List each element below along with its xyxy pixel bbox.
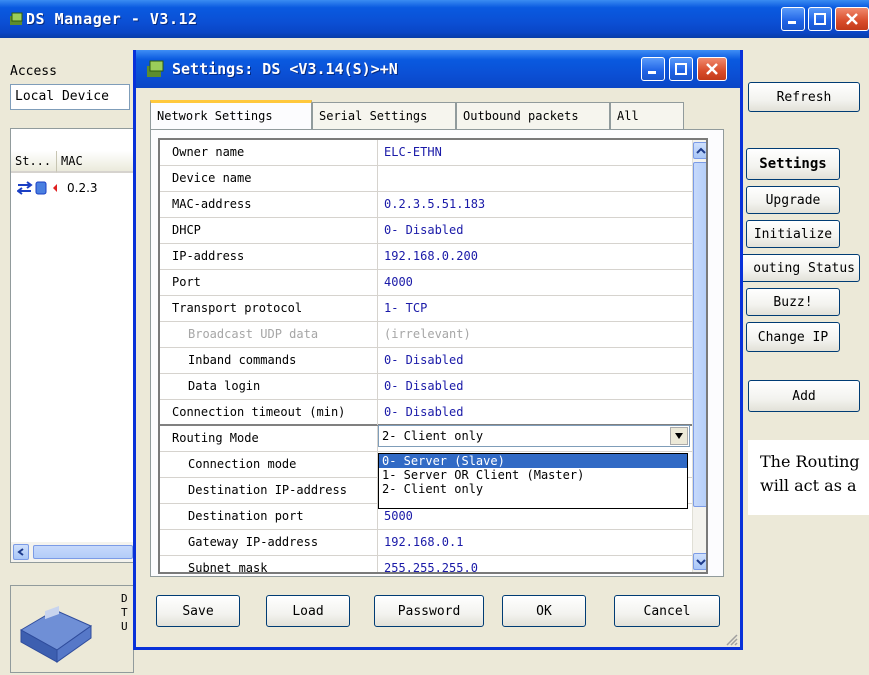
- tab-serial-settings[interactable]: Serial Settings: [312, 102, 456, 130]
- cancel-button[interactable]: Cancel: [614, 595, 720, 627]
- load-button[interactable]: Load: [266, 595, 350, 627]
- info-line-1: D: [121, 592, 128, 605]
- scroll-thumb[interactable]: [33, 545, 133, 559]
- device-info-panel: D T U: [10, 585, 134, 673]
- close-icon: [706, 63, 718, 75]
- access-label: Access: [10, 64, 57, 79]
- dialog-title-bar: Settings: DS <V3.14(S)>+N: [136, 50, 740, 88]
- close-icon: [846, 13, 858, 25]
- row-device-name[interactable]: Device name: [160, 166, 706, 192]
- access-value: Local Device: [15, 89, 109, 104]
- list-hscroll[interactable]: [11, 542, 133, 562]
- device-status-icon: [17, 181, 57, 195]
- dialog-close-button[interactable]: [697, 57, 727, 81]
- routing-status-button[interactable]: outing Status: [736, 254, 860, 282]
- option-client-only[interactable]: 2- Client only: [379, 482, 687, 496]
- buzz-button[interactable]: Buzz!: [746, 288, 840, 316]
- triangle-down-icon: [675, 433, 683, 439]
- main-title-bar: DS Manager - V3.12: [0, 0, 869, 38]
- list-header-mac[interactable]: MAC: [57, 151, 137, 173]
- save-button[interactable]: Save: [156, 595, 240, 627]
- info-line-2: T: [121, 606, 128, 619]
- dialog-minimize-button[interactable]: [641, 57, 665, 81]
- row-transport-protocol[interactable]: Transport protocol 1- TCP: [160, 296, 706, 322]
- routing-mode-select[interactable]: 2- Client only: [378, 425, 690, 447]
- close-button[interactable]: [835, 7, 869, 31]
- tab-network-settings[interactable]: Network Settings: [150, 100, 312, 131]
- row-data-login[interactable]: Data login 0- Disabled: [160, 374, 706, 400]
- row-owner-name[interactable]: Owner name ELC-ETHN: [160, 140, 706, 166]
- scroll-down-button[interactable]: [693, 553, 706, 570]
- row-mac-address[interactable]: MAC-address 0.2.3.5.51.183: [160, 192, 706, 218]
- list-item[interactable]: 0.2.3: [15, 181, 135, 199]
- device-image: [19, 605, 93, 663]
- row-dhcp[interactable]: DHCP 0- Disabled: [160, 218, 706, 244]
- list-header-status[interactable]: St...: [11, 151, 57, 173]
- row-connection-timeout[interactable]: Connection timeout (min) 0- Disabled: [160, 400, 706, 426]
- info-text-line-1: The Routing: [760, 452, 860, 471]
- row-broadcast-udp-data: Broadcast UDP data (irrelevant): [160, 322, 706, 348]
- device-list[interactable]: St... MAC 0.2.3: [10, 128, 137, 563]
- row-ip-address[interactable]: IP-address 192.168.0.200: [160, 244, 706, 270]
- change-ip-button[interactable]: Change IP: [746, 322, 840, 352]
- chevron-down-icon: [696, 558, 706, 565]
- upgrade-button[interactable]: Upgrade: [746, 186, 840, 214]
- routing-mode-value: 2- Client only: [382, 429, 484, 443]
- combo-dropdown-button[interactable]: [670, 427, 688, 445]
- option-server-slave[interactable]: 0- Server (Slave): [379, 454, 687, 468]
- settings-dialog: Settings: DS <V3.14(S)>+N Network Settin…: [133, 50, 743, 650]
- ds-manager-app-icon: [10, 12, 23, 25]
- option-server-or-client[interactable]: 1- Server OR Client (Master): [379, 468, 687, 482]
- add-button[interactable]: Add: [748, 380, 860, 412]
- ok-button[interactable]: OK: [502, 595, 586, 627]
- access-select[interactable]: Local Device: [10, 84, 130, 110]
- info-line-3: U: [121, 620, 128, 633]
- maximize-icon: [675, 63, 687, 75]
- resize-grip-icon[interactable]: [724, 632, 738, 646]
- minimize-icon: [788, 21, 796, 24]
- settings-app-icon: [147, 60, 164, 77]
- settings-button[interactable]: Settings: [746, 148, 840, 180]
- device-mac: 0.2.3: [67, 181, 98, 195]
- minimize-button[interactable]: [781, 7, 805, 31]
- chevron-left-icon: [17, 548, 24, 556]
- password-button[interactable]: Password: [374, 595, 484, 627]
- scroll-left-button[interactable]: [13, 544, 29, 560]
- row-gateway-ip-address[interactable]: Gateway IP-address 192.168.0.1: [160, 530, 706, 556]
- info-text-line-2: will act as a: [760, 476, 857, 495]
- grid-scroll-thumb[interactable]: [693, 162, 706, 507]
- maximize-button[interactable]: [808, 7, 832, 31]
- row-inband-commands[interactable]: Inband commands 0- Disabled: [160, 348, 706, 374]
- grid-vscroll[interactable]: [692, 140, 706, 572]
- initialize-button[interactable]: Initialize: [746, 220, 840, 248]
- maximize-icon: [814, 13, 826, 25]
- chevron-up-icon: [696, 147, 706, 154]
- tab-outbound-packets[interactable]: Outbound packets: [456, 102, 610, 130]
- scroll-up-button[interactable]: [693, 142, 706, 159]
- refresh-button[interactable]: Refresh: [748, 82, 860, 112]
- routing-mode-dropdown: 0- Server (Slave) 1- Server OR Client (M…: [378, 453, 688, 509]
- minimize-icon: [648, 71, 656, 74]
- window-title: DS Manager - V3.12: [26, 10, 198, 28]
- dialog-title: Settings: DS <V3.14(S)>+N: [172, 60, 398, 78]
- row-port[interactable]: Port 4000: [160, 270, 706, 296]
- row-subnet-mask[interactable]: Subnet mask 255.255.255.0: [160, 556, 706, 572]
- tab-all[interactable]: All: [610, 102, 684, 130]
- dialog-maximize-button[interactable]: [669, 57, 693, 81]
- routing-info-box: The Routing will act as a: [748, 440, 869, 515]
